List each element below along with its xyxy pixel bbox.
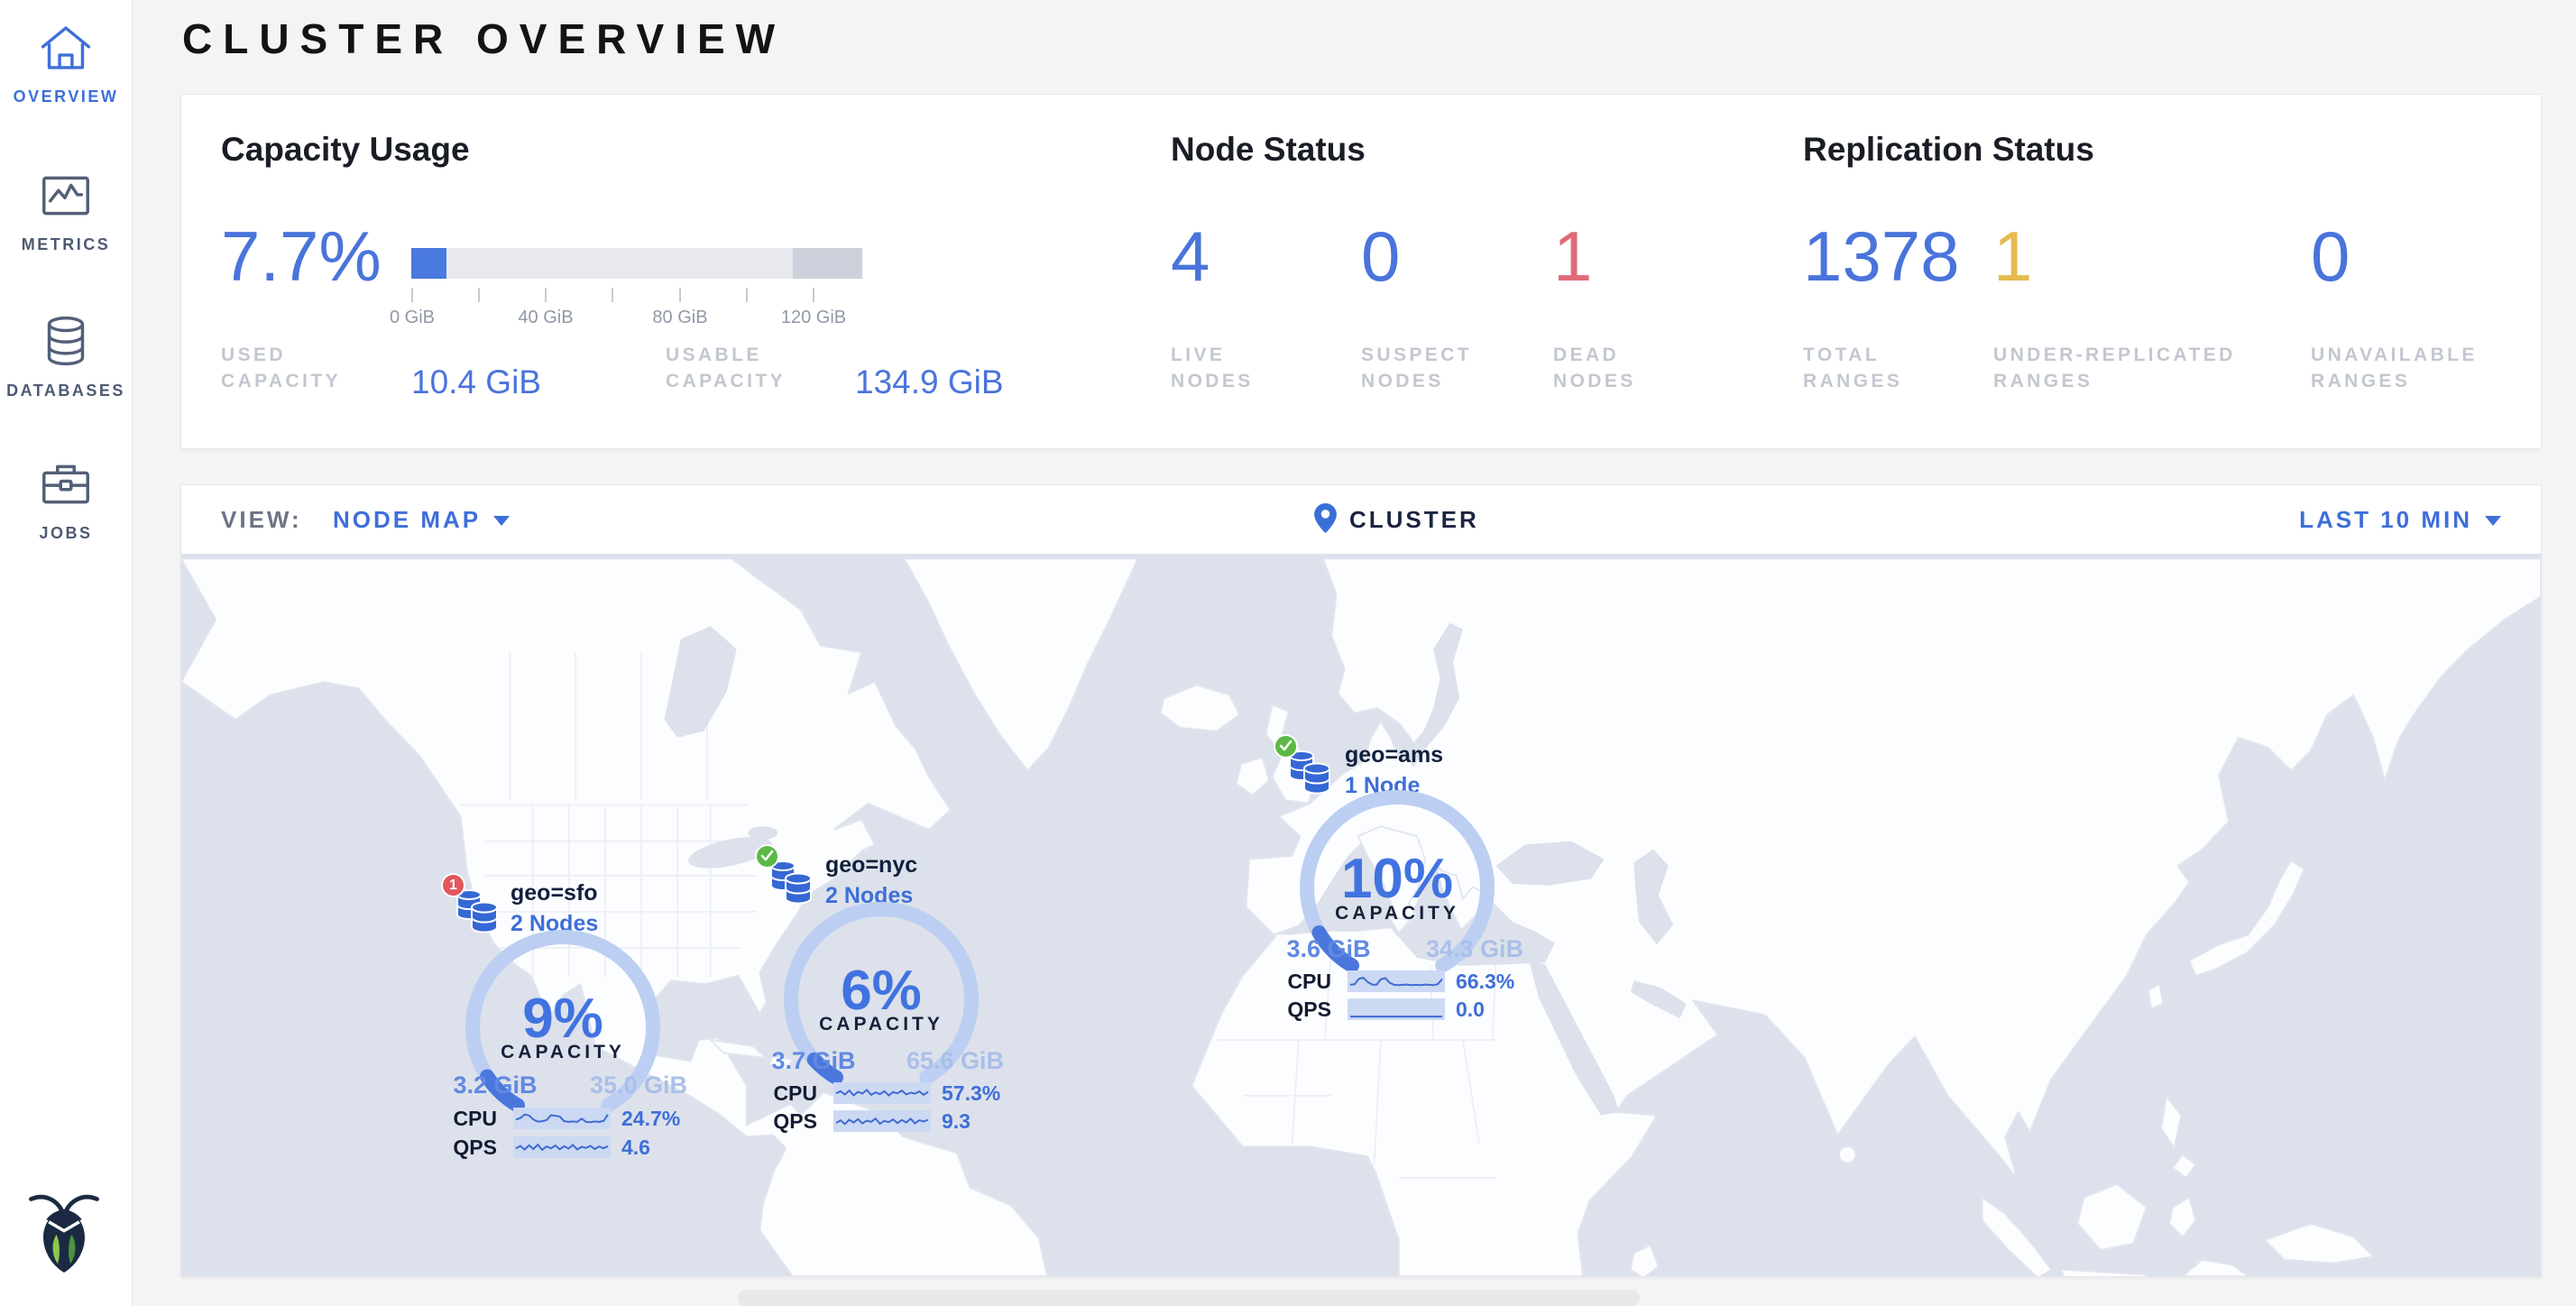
live-nodes-label: LIVENODES: [1171, 342, 1254, 394]
chevron-down-icon: [2485, 516, 2501, 526]
sidebar-item-label: DATABASES: [0, 382, 132, 400]
cpu-row: CPU 24.7%: [425, 1108, 680, 1129]
bar-tick-label: 0 GiB: [349, 308, 475, 328]
qps-row: QPS 0.0: [1259, 998, 1485, 1020]
bar-tick: [478, 288, 480, 302]
sidebar-item-label: OVERVIEW: [0, 87, 132, 106]
capacity-total: 34.3 GiB: [1403, 935, 1547, 963]
under-replicated-label: UNDER-REPLICATEDRANGES: [1993, 342, 2236, 394]
dead-nodes-label: DEADNODES: [1553, 342, 1636, 394]
bar-tick: [612, 288, 613, 302]
bar-tick: [411, 288, 413, 302]
total-ranges-value: 1378: [1803, 217, 1960, 295]
qps-sparkline: [513, 1136, 611, 1158]
qps-sparkline: [833, 1110, 931, 1132]
qps-sparkline: [1348, 998, 1445, 1020]
breadcrumb-cluster: CLUSTER: [1314, 485, 1479, 554]
capacity-used: 3.6 GiB: [1256, 935, 1401, 963]
capacity-bar-used: [411, 248, 446, 279]
healthy-badge: [1274, 734, 1298, 759]
capacity-title: Capacity Usage: [221, 131, 470, 169]
capacity-label: CAPACITY: [791, 1014, 971, 1035]
locality-name: geo=sfo: [511, 880, 598, 906]
sidebar: OVERVIEW METRICS DATABASES JOBS: [0, 0, 133, 1306]
cluster-overview-page: OVERVIEW METRICS DATABASES JOBS: [0, 0, 2576, 1306]
bar-tick-label: 80 GiB: [617, 308, 743, 328]
cpu-sparkline: [513, 1108, 611, 1129]
sidebar-item-label: METRICS: [0, 235, 132, 254]
locality-name: geo=nyc: [825, 852, 917, 878]
bar-tick: [545, 288, 547, 302]
home-icon: [39, 22, 93, 78]
map-pin-icon: [1314, 503, 1337, 539]
chevron-down-icon: [493, 516, 510, 526]
live-nodes-value: 4: [1171, 217, 1210, 295]
cpu-sparkline: [1348, 970, 1445, 992]
sidebar-item-label: JOBS: [0, 524, 132, 543]
jobs-icon: [39, 458, 93, 515]
dead-node-badge: 1: [441, 873, 465, 897]
sidebar-item-metrics[interactable]: METRICS: [0, 170, 132, 254]
bar-tick-label: 40 GiB: [483, 308, 609, 328]
cpu-sparkline: [833, 1082, 931, 1104]
under-replicated-value: 1: [1993, 217, 2032, 295]
unavailable-ranges-value: 0: [2311, 217, 2350, 295]
bar-tick: [679, 288, 681, 302]
usable-capacity-label: USABLECAPACITY: [666, 342, 786, 394]
node-map-panel: VIEW: NODE MAP CLUSTER LAST 10 MIN: [180, 484, 2542, 1277]
sidebar-item-databases[interactable]: DATABASES: [0, 314, 132, 400]
sidebar-item-overview[interactable]: OVERVIEW: [0, 22, 132, 106]
sidebar-item-jobs[interactable]: JOBS: [0, 458, 132, 543]
cockroachdb-logo: [25, 1191, 103, 1277]
suspect-nodes-value: 0: [1361, 217, 1400, 295]
world-map: 1 geo=sfo 2 Nodes: [181, 554, 2541, 1276]
capacity-total: 35.0 GiB: [566, 1071, 711, 1099]
capacity-bar-reserved: [793, 248, 863, 279]
page-title: CLUSTER OVERVIEW: [182, 14, 786, 63]
bar-tick: [746, 288, 748, 302]
total-ranges-label: TOTALRANGES: [1803, 342, 1902, 394]
dead-nodes-value: 1: [1553, 217, 1592, 295]
bar-tick: [813, 288, 814, 302]
metrics-icon: [39, 170, 93, 226]
qps-row: QPS 9.3: [745, 1110, 971, 1132]
below-fold-panel-edge: [738, 1290, 1640, 1306]
cpu-row: CPU 66.3%: [1259, 970, 1514, 992]
used-capacity-value: 10.4 GiB: [411, 363, 541, 401]
suspect-nodes-label: SUSPECTNODES: [1361, 342, 1472, 394]
capacity-label: CAPACITY: [1307, 903, 1487, 924]
locality-name: geo=ams: [1345, 742, 1443, 768]
unavailable-ranges-label: UNAVAILABLERANGES: [2311, 342, 2478, 394]
capacity-percent: 10%: [1307, 847, 1487, 911]
summary-panel: Capacity Usage 7.7% 0 GiB 40 GiB 80 GiB …: [180, 94, 2542, 449]
capacity-total: 65.6 GiB: [883, 1047, 1027, 1075]
capacity-label: CAPACITY: [473, 1042, 653, 1063]
capacity-percent: 7.7%: [221, 217, 382, 295]
view-label: VIEW:: [221, 485, 302, 554]
node-status-title: Node Status: [1171, 131, 1366, 169]
map-toolbar: VIEW: NODE MAP CLUSTER LAST 10 MIN: [181, 485, 2541, 554]
replication-status-title: Replication Status: [1803, 131, 2094, 169]
capacity-used: 3.7 GiB: [741, 1047, 886, 1075]
usable-capacity-value: 134.9 GiB: [855, 363, 1004, 401]
view-dropdown[interactable]: NODE MAP: [333, 485, 510, 554]
bar-tick-label: 120 GiB: [750, 308, 877, 328]
healthy-badge: [755, 844, 779, 869]
used-capacity-label: USEDCAPACITY: [221, 342, 341, 394]
time-range-dropdown[interactable]: LAST 10 MIN: [2299, 485, 2501, 554]
qps-row: QPS 4.6: [425, 1136, 650, 1158]
capacity-used: 3.2 GiB: [423, 1071, 567, 1099]
cpu-row: CPU 57.3%: [745, 1082, 1000, 1104]
databases-icon: [39, 314, 93, 372]
capacity-bar: [411, 248, 862, 279]
